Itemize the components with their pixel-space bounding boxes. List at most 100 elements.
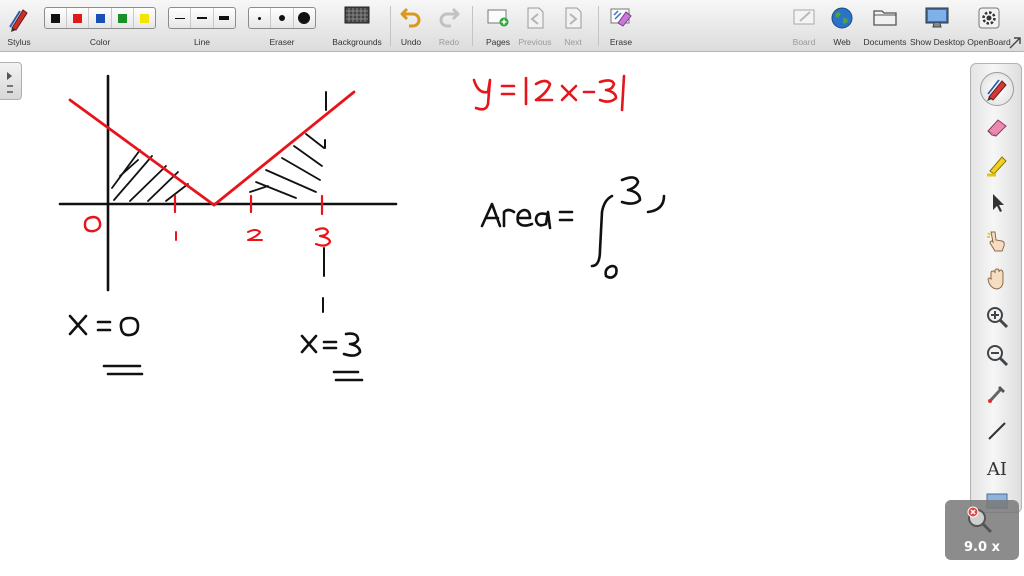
color-group: Color	[44, 0, 156, 52]
zoom-in-icon	[987, 307, 1009, 329]
backgrounds-label: Backgrounds	[332, 37, 382, 47]
redo-arrow-icon	[439, 7, 460, 28]
color-yellow-button[interactable]	[134, 8, 155, 28]
line-thin-icon	[174, 17, 185, 19]
monitor-icon	[925, 7, 949, 28]
eraser-large-button[interactable]	[294, 8, 315, 28]
color-picker	[44, 7, 156, 29]
eraser-small-button[interactable]	[249, 8, 272, 28]
color-red-button[interactable]	[67, 8, 90, 28]
red-ink-strokes	[68, 74, 626, 247]
stylus-label: Stylus	[7, 37, 31, 47]
toolbar-separator	[390, 6, 391, 46]
line-icon	[988, 422, 1006, 440]
color-black-swatch	[51, 13, 61, 23]
board-icon	[793, 9, 815, 25]
label-origin-0	[83, 215, 102, 233]
selector-tool-button[interactable]	[980, 186, 1014, 220]
pen-tool-button[interactable]	[980, 72, 1014, 106]
highlighter-icon	[987, 156, 1007, 177]
add-page-icon	[487, 9, 509, 27]
graph-right-branch	[212, 90, 356, 207]
eraser-icon	[987, 119, 1007, 137]
label-tick-3	[314, 227, 332, 247]
zoom-in-tool-button[interactable]	[980, 300, 1014, 334]
globe-icon	[831, 7, 853, 29]
board-label: Board	[792, 37, 816, 47]
line-group: Line	[168, 0, 236, 52]
line-label: Line	[193, 37, 211, 47]
line-medium-icon	[196, 17, 207, 19]
pen-icon	[987, 79, 1007, 101]
vertical-line-x3	[322, 91, 327, 313]
next-page-button[interactable]: Next	[556, 0, 590, 52]
web-button[interactable]: Web	[826, 0, 858, 52]
eraser-large-icon	[298, 12, 311, 24]
zoom-out-tool-button[interactable]	[980, 338, 1014, 372]
documents-label: Documents	[863, 37, 907, 47]
color-blue-swatch	[95, 13, 105, 23]
color-blue-button[interactable]	[89, 8, 112, 28]
pages-label: Pages	[485, 37, 511, 47]
hand-tool-button[interactable]	[980, 262, 1014, 296]
color-label: Color	[89, 37, 111, 47]
erase-page-button[interactable]: Erase	[604, 0, 638, 52]
line-thin-button[interactable]	[169, 8, 192, 28]
line-medium-button[interactable]	[191, 8, 214, 28]
stylus-button[interactable]: Stylus	[2, 0, 36, 52]
eraser-medium-button[interactable]	[271, 8, 294, 28]
web-label: Web	[833, 37, 851, 47]
line-thick-button[interactable]	[214, 8, 235, 28]
color-green-swatch	[117, 13, 127, 23]
arrow-pointer-icon	[993, 194, 1004, 212]
main-toolbar: Stylus Color Line Eraser Backgrounds Und…	[0, 0, 1024, 52]
previous-page-icon	[527, 7, 544, 29]
eraser-tool-button[interactable]	[980, 110, 1014, 144]
undo-arrow-icon	[400, 7, 421, 28]
highlighter-tool-button[interactable]	[980, 148, 1014, 182]
openboard-label: OpenBoard	[967, 37, 1011, 47]
openboard-menu-button[interactable]: OpenBoard	[966, 0, 1012, 52]
erase-page-icon	[610, 8, 632, 27]
folder-icon	[873, 10, 897, 26]
color-green-button[interactable]	[112, 8, 134, 28]
line-tool-button[interactable]	[980, 414, 1014, 448]
x-equals-3-note	[300, 332, 364, 382]
eraser-group: Eraser	[248, 0, 316, 52]
color-black-button[interactable]	[45, 8, 68, 28]
previous-label: Previous	[518, 37, 552, 47]
laser-pointer-tool-button[interactable]	[980, 376, 1014, 410]
interact-tool-button[interactable]	[980, 224, 1014, 258]
resize-corner-icon[interactable]	[1008, 36, 1022, 50]
text-tool-button[interactable]: AI	[980, 452, 1014, 486]
board-button[interactable]: Board	[788, 0, 820, 52]
next-page-icon	[565, 7, 582, 29]
whiteboard-canvas[interactable]	[0, 53, 970, 576]
zoom-indicator: 9.0 x	[945, 500, 1019, 560]
gear-icon	[978, 7, 1000, 29]
backgrounds-grid-icon	[344, 6, 370, 24]
undo-label: Undo	[400, 37, 422, 47]
hand-icon	[987, 268, 1004, 290]
black-ink-strokes	[58, 74, 666, 382]
erase-label: Erase	[609, 37, 633, 47]
previous-page-button[interactable]: Previous	[516, 0, 554, 52]
x-equals-0-note	[68, 314, 144, 376]
color-yellow-swatch	[139, 13, 149, 23]
line-thick-icon	[219, 16, 230, 20]
redo-button[interactable]: Redo	[434, 0, 464, 52]
text-tool-label: AI	[986, 458, 1008, 480]
zoom-level-text: 9.0 x	[964, 540, 1000, 555]
toolbar-separator	[598, 6, 599, 46]
laser-pointer-icon	[988, 386, 1005, 403]
undo-button[interactable]: Undo	[396, 0, 426, 52]
pages-button[interactable]: Pages	[480, 0, 516, 52]
toolbar-separator	[472, 6, 473, 46]
documents-button[interactable]: Documents	[860, 0, 910, 52]
equation-note	[472, 74, 626, 112]
show-desktop-button[interactable]: Show Desktop	[910, 0, 965, 52]
backgrounds-button[interactable]: Backgrounds	[330, 0, 384, 52]
tool-palette: AI	[970, 63, 1022, 513]
pointing-hand-icon	[987, 231, 1005, 252]
line-width-picker	[168, 7, 236, 29]
